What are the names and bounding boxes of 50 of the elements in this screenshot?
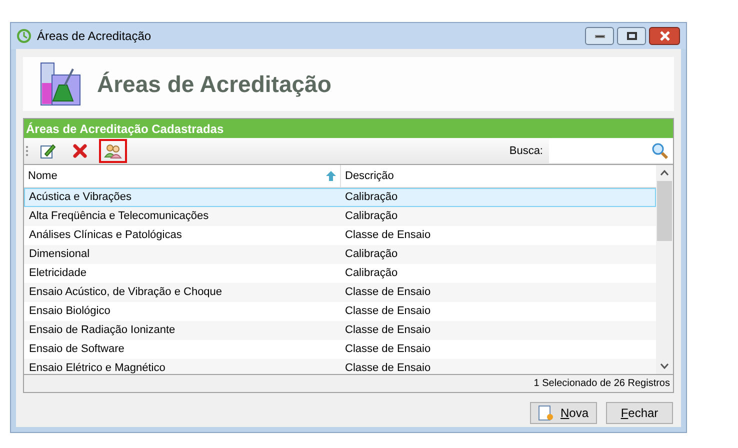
table-row[interactable]: Ensaio Elétrico e Magnético Classe de Ensaio xyxy=(24,359,656,374)
window-title: Áreas de Acreditação xyxy=(37,28,152,45)
table-row[interactable]: Ensaio Acústico, de Vibração e Choque Classe de Ensaio xyxy=(24,283,656,302)
new-document-icon xyxy=(538,405,554,421)
close-dialog-button[interactable]: Fechar xyxy=(606,402,673,424)
close-icon xyxy=(658,31,670,41)
maximize-button[interactable] xyxy=(617,27,646,45)
table-cell-text: Classe de Ensaio xyxy=(344,228,432,244)
search-label: Busca: xyxy=(509,144,543,159)
new-button[interactable]: Nova xyxy=(530,402,597,424)
status-text: 1 Selecionado de 26 Registros xyxy=(534,377,670,391)
search-field[interactable] xyxy=(549,139,673,163)
table-cell-text: Classe de Ensaio xyxy=(344,342,432,358)
page-title: Áreas de Acreditação xyxy=(97,70,332,99)
search-icon xyxy=(651,142,669,160)
scroll-down-icon[interactable] xyxy=(660,363,669,369)
table-cell-text: Ensaio de Radiação Ionizante xyxy=(28,323,176,338)
table-cell-text: Calibração xyxy=(344,190,399,206)
table-cell-text: Classe de Ensaio xyxy=(344,304,432,320)
table-cell-text: Classe de Ensaio xyxy=(344,361,432,374)
table-cell-text: Ensaio de Software xyxy=(28,342,126,358)
table-row[interactable]: Dimensional Calibração xyxy=(24,245,656,264)
table-cell-text: Alta Freqüência e Telecomunicações xyxy=(28,209,210,224)
table-cell-text: Ensaio Acústico, de Vibração e Choque xyxy=(28,285,224,300)
column-header[interactable]: Nome xyxy=(24,165,341,187)
table-cell-text: Ensaio Elétrico e Magnético xyxy=(28,361,166,374)
table-row[interactable]: Acústica e Vibrações Calibração xyxy=(24,188,656,207)
toolbar-grip-icon xyxy=(26,146,29,156)
column-header[interactable]: Descrição xyxy=(341,165,656,187)
table-row[interactable]: Ensaio de Radiação Ionizante Classe de Ensaio xyxy=(24,321,656,340)
table-cell-text: Ensaio Biológico xyxy=(28,304,112,320)
scroll-up-icon[interactable] xyxy=(660,170,669,176)
table-cell-text: Classe de Ensaio xyxy=(344,323,432,338)
delete-icon xyxy=(72,143,88,159)
table-cell-text: Eletricidade xyxy=(28,266,88,282)
users-icon xyxy=(104,143,122,159)
app-icon xyxy=(17,29,31,43)
close-button[interactable] xyxy=(649,27,680,45)
toolbar-button[interactable] xyxy=(99,139,127,163)
scrollbar[interactable] xyxy=(656,165,673,374)
table-cell-text: Calibração xyxy=(344,209,399,224)
pencil-icon xyxy=(40,143,56,159)
table-cell-text: Acústica e Vibrações xyxy=(28,190,133,206)
table-cell-text: Dimensional xyxy=(28,247,91,262)
panel-title: Áreas de Acreditação Cadastradas xyxy=(24,119,673,138)
table-cell-text: Classe de Ensaio xyxy=(344,285,432,300)
table-cell-text: Calibração xyxy=(344,266,399,282)
table-row[interactable]: Alta Freqüência e Telecomunicações Calibração xyxy=(24,207,656,226)
table-cell-text: Análises Clínicas e Patológicas xyxy=(28,228,183,244)
table-cell-text: Calibração xyxy=(344,247,399,262)
